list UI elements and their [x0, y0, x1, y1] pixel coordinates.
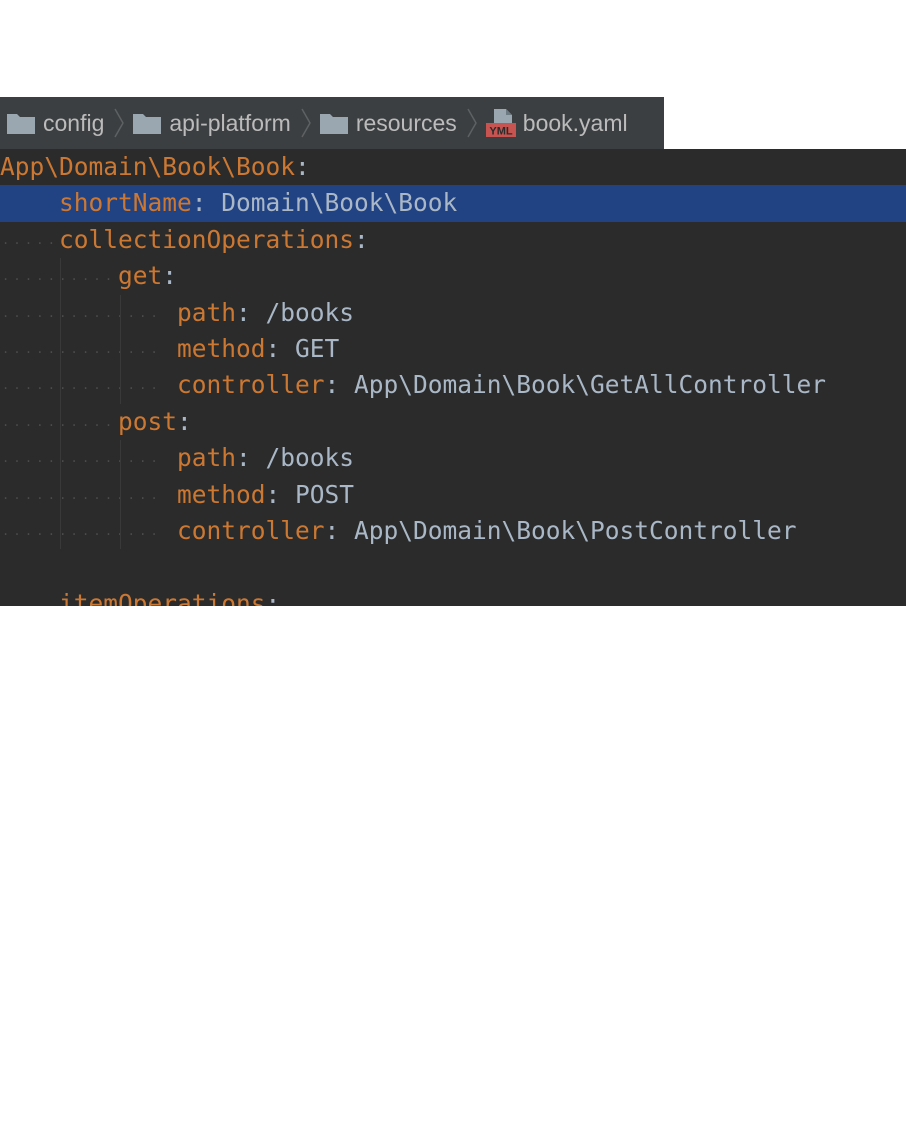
code-line[interactable]: .............. controller: App\Domain\Boo… — [0, 513, 906, 549]
code-text: controller: App\Domain\Book\PostControll… — [177, 513, 797, 549]
whitespace-dots: .............. — [2, 524, 162, 538]
yaml-key: path — [177, 443, 237, 473]
folder-icon — [133, 114, 162, 134]
yaml-key: controller — [177, 370, 325, 400]
yaml-key: shortName — [59, 188, 192, 218]
yaml-value: /books — [265, 297, 355, 327]
folder-icon — [7, 114, 35, 134]
breadcrumb-label: config — [43, 109, 105, 136]
chevron-right-icon — [301, 108, 311, 138]
breadcrumb-item-api-platform[interactable]: api-platform — [132, 97, 291, 149]
yaml-file-icon: YML — [485, 109, 516, 138]
breadcrumb-item-book-yaml[interactable]: YML book.yaml — [485, 97, 628, 149]
yaml-key: App\Domain\Book\Book — [0, 152, 296, 181]
yaml-value: POST — [295, 479, 355, 509]
code-line[interactable]: .......... post: — [0, 404, 906, 440]
yaml-key: path — [177, 297, 237, 327]
yaml-separator: : — [265, 479, 296, 509]
yaml-separator: : — [324, 370, 355, 400]
yaml-separator: : — [295, 152, 310, 181]
code-line[interactable]: .............. method: GET — [0, 331, 906, 367]
code-line[interactable]: .............. path: /books — [0, 440, 906, 476]
whitespace-dots: .............. — [2, 487, 162, 502]
whitespace-dots: .............. — [2, 378, 162, 393]
yaml-separator: : — [324, 516, 355, 545]
code-line[interactable]: ...... itemOperations: — [0, 586, 906, 606]
yaml-value: Domain\Book\Book — [221, 188, 458, 218]
breadcrumb-label: api-platform — [169, 109, 291, 136]
indent-guide — [120, 440, 121, 550]
breadcrumb-label: resources — [355, 109, 457, 136]
yaml-key: post — [118, 406, 178, 436]
code-line[interactable]: .............. controller: App\Domain\Boo… — [0, 367, 906, 403]
yaml-separator: : — [265, 588, 281, 606]
chevron-right-icon — [467, 108, 477, 138]
code-text: method: POST — [177, 477, 354, 513]
yaml-separator: : — [236, 297, 266, 327]
yaml-value: App\Domain\Book\GetAllController — [354, 370, 827, 400]
code-line-selected[interactable]: shortName: Domain\Book\Book — [0, 185, 906, 222]
whitespace-dots: .......... — [2, 414, 114, 429]
code-line[interactable]: App\Domain\Book\Book: — [0, 149, 906, 185]
yaml-separator: : — [162, 261, 178, 291]
yaml-key: collectionOperations — [59, 224, 355, 254]
code-line[interactable]: .......... get: — [0, 258, 906, 294]
yaml-key: method — [177, 479, 266, 509]
yaml-separator: : — [354, 224, 369, 254]
code-editor[interactable]: App\Domain\Book\Book: shortName: Domain\B… — [0, 149, 906, 606]
code-text: controller: App\Domain\Book\GetAllContro… — [177, 367, 826, 403]
code-text: shortName: Domain\Book\Book — [59, 185, 457, 221]
yaml-key: itemOperations — [59, 588, 266, 606]
yaml-key: get — [118, 261, 163, 291]
code-text: itemOperations: — [59, 586, 280, 606]
whitespace-dots: ...... — [2, 596, 55, 606]
code-text: method: GET — [177, 331, 339, 367]
yaml-separator: : — [191, 188, 222, 218]
whitespace-dots: .............. — [2, 342, 162, 356]
code-line[interactable] — [0, 549, 906, 585]
whitespace-dots: ...... — [2, 232, 55, 247]
code-line[interactable]: ...... collectionOperations: — [0, 222, 906, 258]
whitespace-dots: .............. — [2, 451, 162, 466]
code-text: App\Domain\Book\Book: — [0, 149, 310, 185]
yaml-key: controller — [177, 516, 325, 545]
code-text: post: — [118, 404, 192, 440]
folder-icon — [319, 114, 348, 134]
code-text: path: /books — [177, 295, 354, 331]
code-line[interactable]: .............. method: POST — [0, 477, 906, 513]
yaml-value: App\Domain\Book\PostController — [354, 516, 797, 545]
yaml-separator: : — [177, 406, 192, 436]
code-text: get: — [118, 258, 177, 294]
yaml-key: method — [177, 334, 266, 363]
code-text: path: /books — [177, 440, 354, 476]
code-line[interactable]: .............. path: /books — [0, 295, 906, 331]
whitespace-dots: .............. — [2, 305, 162, 320]
yaml-separator: : — [236, 443, 266, 473]
yaml-badge-text: YML — [489, 126, 513, 138]
chevron-right-icon — [114, 108, 125, 138]
yaml-value: GET — [295, 334, 340, 363]
code-text: collectionOperations: — [59, 222, 369, 258]
yaml-value: /books — [265, 443, 355, 473]
breadcrumb-item-resources[interactable]: resources — [319, 97, 457, 149]
breadcrumb-item-config[interactable]: config — [6, 97, 104, 149]
breadcrumb: config api-platform resources YML book.y… — [0, 97, 664, 149]
indent-guide — [60, 258, 61, 550]
indent-guide — [120, 294, 121, 404]
breadcrumb-label: book.yaml — [522, 109, 628, 136]
yaml-separator: : — [265, 334, 296, 363]
whitespace-dots: .......... — [2, 269, 114, 284]
